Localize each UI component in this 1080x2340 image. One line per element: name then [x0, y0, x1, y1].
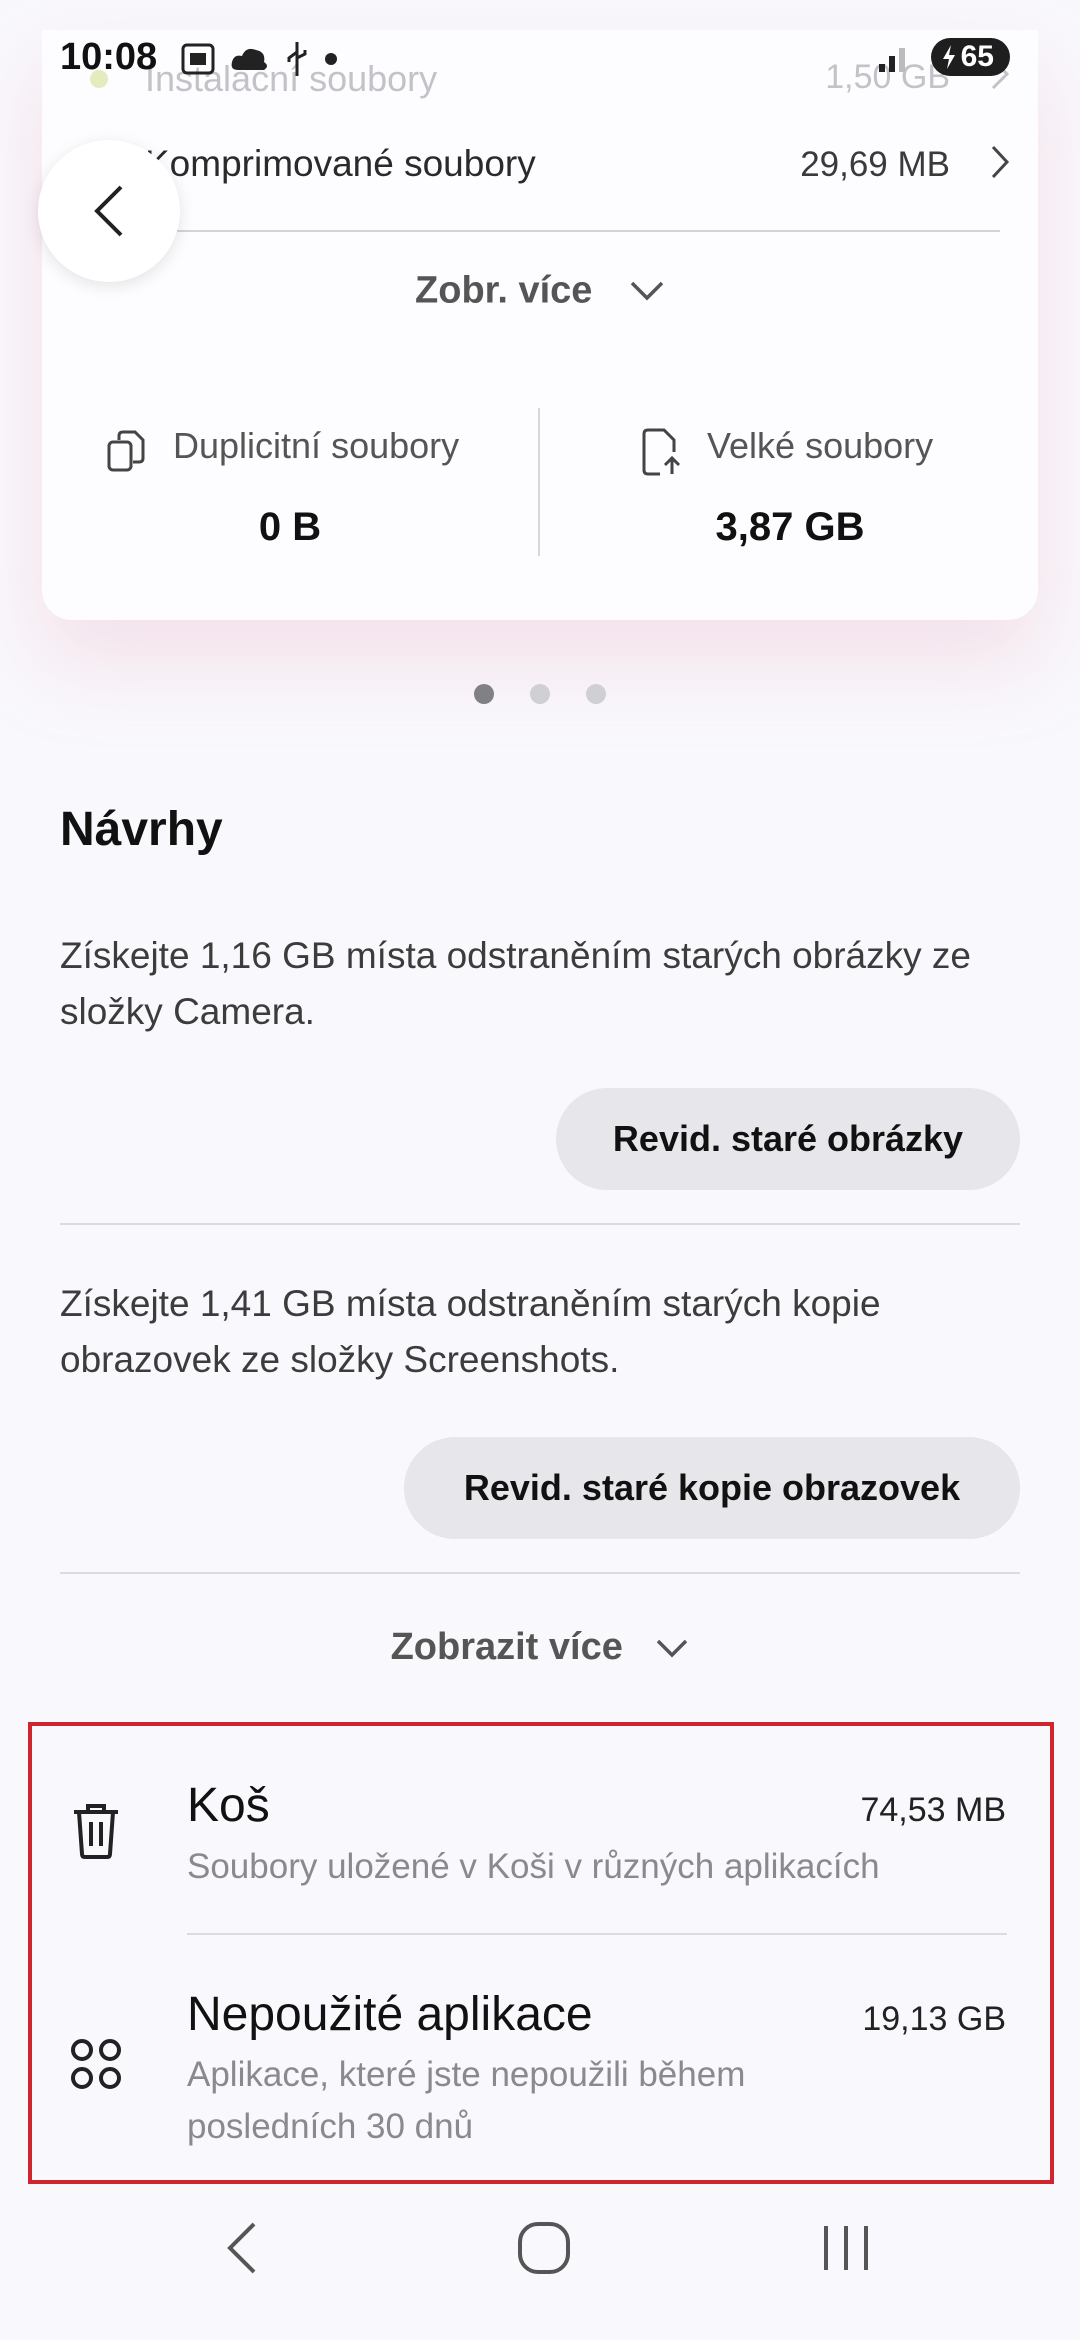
cloud-icon — [231, 48, 267, 70]
chevron-right-icon[interactable] — [988, 140, 1012, 189]
apps-grid-icon — [70, 2038, 122, 2095]
show-more-button[interactable]: Zobrazit více — [0, 1626, 1080, 1669]
battery-charging-icon — [942, 45, 955, 69]
status-time: 10:08 — [60, 36, 158, 78]
suggestion-text: Získejte 1,41 GB místa odstraněním starý… — [60, 1283, 881, 1380]
card-show-more-label: Zobr. více — [415, 269, 593, 312]
compressed-files-size: 29,69 MB — [800, 145, 950, 184]
pager-dot[interactable] — [586, 684, 606, 704]
large-files-icon — [638, 428, 684, 483]
trash-size: 74,53 MB — [860, 1791, 1006, 1829]
suggestion-divider — [60, 1572, 1020, 1574]
nav-recents-button[interactable] — [820, 2220, 872, 2281]
trash-icon — [70, 1800, 122, 1865]
duplicate-files-label[interactable]: Duplicitní soubory — [173, 425, 459, 467]
chevron-down-icon — [630, 281, 664, 301]
unused-apps-subtitle: Aplikace, které jste nepoužili během pos… — [187, 2055, 746, 2146]
list-divider — [187, 1933, 1007, 1935]
nav-back-button[interactable] — [222, 2220, 262, 2281]
card-show-more-button[interactable]: Zobr. více — [0, 268, 1080, 312]
compressed-files-label[interactable]: Komprimované soubory — [145, 143, 536, 185]
unused-apps-title[interactable]: Nepoužité aplikace — [187, 1987, 593, 2042]
show-more-label: Zobrazit více — [390, 1626, 623, 1668]
duplicate-files-value: 0 B — [258, 505, 322, 549]
screenshot-icon — [181, 43, 215, 75]
card-divider — [148, 230, 1000, 232]
stats-divider — [538, 408, 540, 556]
nav-recents-icon — [824, 2226, 868, 2270]
review-old-images-button[interactable]: Revid. staré obrázky — [556, 1088, 1020, 1190]
battery-indicator: 65 — [930, 38, 1010, 76]
usb-icon — [287, 42, 307, 76]
nav-home-button[interactable] — [516, 2220, 572, 2281]
large-files-label[interactable]: Velké soubory — [707, 425, 933, 467]
unused-apps-size: 19,13 GB — [862, 2000, 1006, 2038]
chevron-down-icon — [657, 1639, 688, 1658]
trash-title[interactable]: Koš — [187, 1778, 270, 1833]
dot-icon — [325, 53, 337, 65]
back-button[interactable] — [38, 140, 180, 282]
suggestions-title: Návrhy — [60, 803, 223, 856]
pager-dot[interactable] — [530, 684, 550, 704]
trash-subtitle: Soubory uložené v Koši v různých aplikac… — [187, 1847, 880, 1886]
nav-back-icon — [227, 2222, 256, 2274]
status-icons — [180, 40, 338, 78]
pager-dot[interactable] — [474, 684, 494, 704]
large-files-value: 3,87 GB — [715, 505, 865, 549]
signal-icon — [878, 48, 905, 72]
status-right: 65 — [877, 38, 1010, 76]
nav-home-icon — [518, 2222, 570, 2274]
battery-level: 65 — [960, 40, 994, 73]
suggestion-divider — [60, 1223, 1020, 1225]
review-old-screenshots-button[interactable]: Revid. staré kopie obrazovek — [404, 1437, 1020, 1539]
chevron-left-icon — [94, 185, 123, 237]
suggestion-text: Získejte 1,16 GB místa odstraněním starý… — [60, 935, 971, 1032]
pager-dots[interactable] — [0, 684, 1080, 704]
duplicate-files-icon — [105, 428, 147, 481]
